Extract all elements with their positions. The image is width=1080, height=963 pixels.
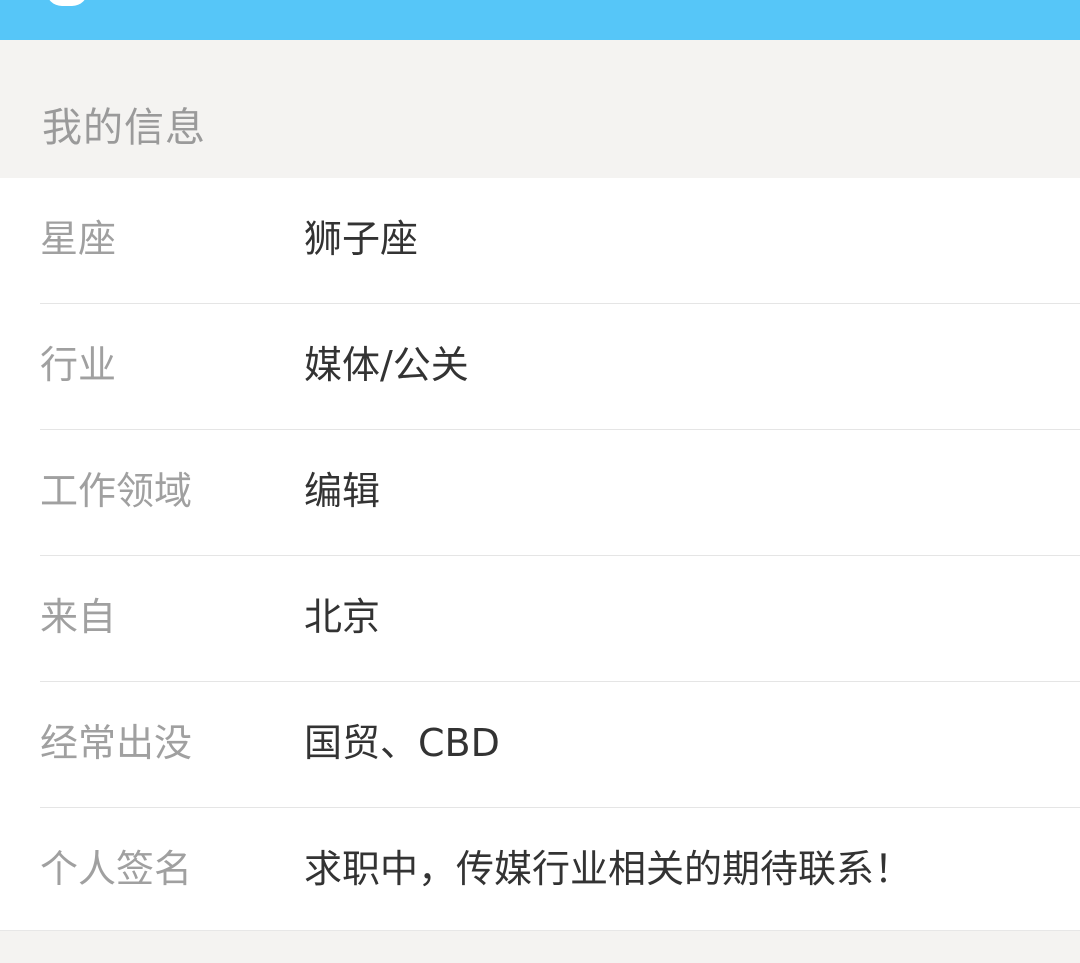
row-label: 经常出没 bbox=[40, 721, 193, 765]
row-label: 行业 bbox=[40, 343, 117, 387]
row-label: 星座 bbox=[40, 217, 117, 261]
footer-area bbox=[0, 930, 1080, 963]
row-value: 狮子座 bbox=[304, 217, 419, 261]
row-label: 个人签名 bbox=[40, 847, 193, 891]
info-row-hometown[interactable]: 来自 北京 bbox=[0, 556, 1080, 682]
row-label: 工作领域 bbox=[40, 469, 193, 513]
row-value: 北京 bbox=[304, 595, 381, 639]
info-card: 星座 狮子座 行业 媒体/公关 工作领域 编辑 来自 北京 经常出没 国贸、CB… bbox=[0, 178, 1080, 930]
info-row-signature[interactable]: 个人签名 求职中，传媒行业相关的期待联系！ bbox=[0, 808, 1080, 934]
top-nav-bar bbox=[0, 0, 1080, 40]
row-value: 编辑 bbox=[304, 469, 381, 513]
row-value: 求职中，传媒行业相关的期待联系！ bbox=[304, 847, 913, 891]
info-row-frequent-places[interactable]: 经常出没 国贸、CBD bbox=[0, 682, 1080, 808]
row-value: 媒体/公关 bbox=[304, 343, 469, 387]
section-title: 我的信息 bbox=[42, 105, 206, 151]
row-label: 来自 bbox=[40, 595, 117, 639]
info-row-work-field[interactable]: 工作领域 编辑 bbox=[0, 430, 1080, 556]
info-row-industry[interactable]: 行业 媒体/公关 bbox=[0, 304, 1080, 430]
row-value: 国贸、CBD bbox=[304, 721, 500, 765]
nav-bar-icon[interactable] bbox=[46, 0, 88, 6]
info-row-constellation[interactable]: 星座 狮子座 bbox=[0, 178, 1080, 304]
section-header: 我的信息 bbox=[0, 40, 1080, 178]
